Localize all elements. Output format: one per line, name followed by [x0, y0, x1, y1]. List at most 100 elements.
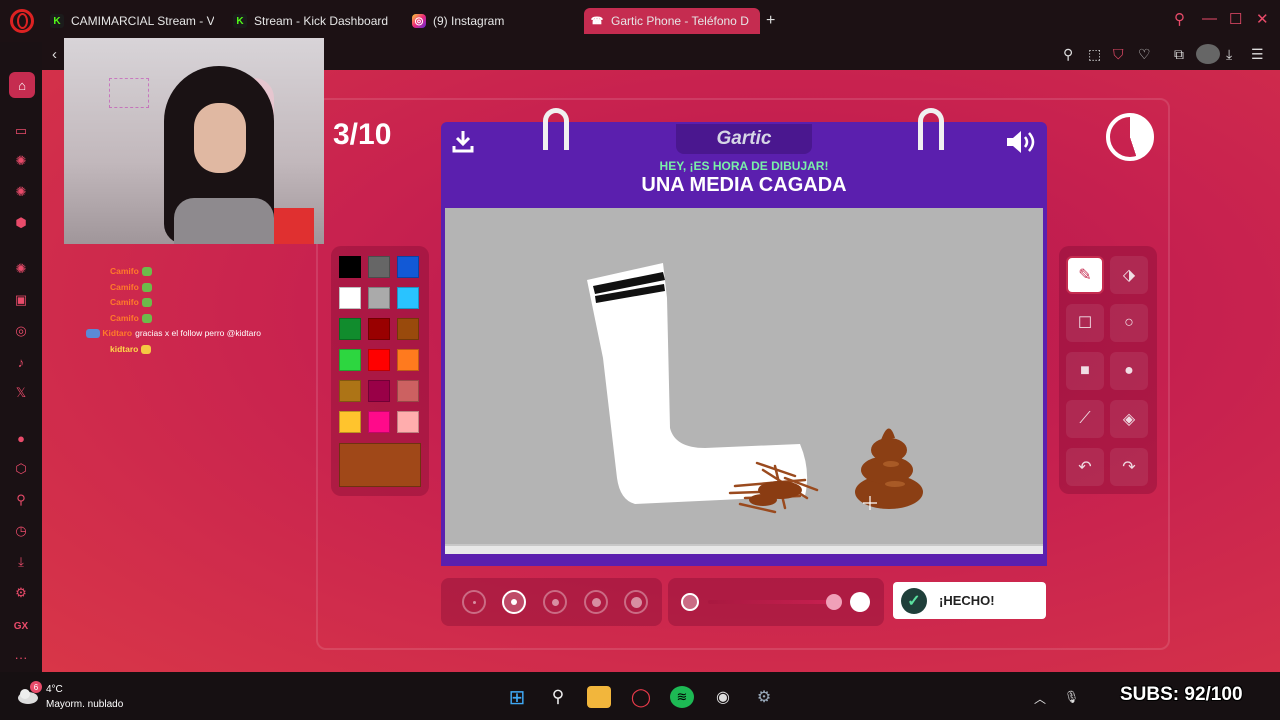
tab-kick-dashboard[interactable]: K Stream - Kick Dashboard	[227, 8, 397, 34]
tab-camimarcial[interactable]: K CAMIMARCIAL Stream - V	[44, 8, 214, 34]
pencil-tool[interactable]: ✎	[1066, 256, 1104, 294]
home-icon[interactable]: ⌂	[9, 72, 35, 98]
color-swatch[interactable]	[397, 287, 419, 309]
menu-icon[interactable]: ☰	[1251, 46, 1264, 63]
brush-size-5[interactable]	[624, 590, 648, 614]
color-swatch[interactable]	[339, 411, 361, 433]
tiktok-icon[interactable]: ♪	[11, 352, 31, 372]
kick-icon: K	[50, 14, 64, 28]
color-swatch[interactable]	[339, 318, 361, 340]
snapshot-icon[interactable]: ⬚	[1088, 46, 1101, 63]
eraser-tool[interactable]: ⬗	[1110, 256, 1148, 294]
color-swatch[interactable]	[368, 380, 390, 402]
more-icon[interactable]: ···	[11, 647, 31, 667]
weather-widget[interactable]: 4°C Mayorm. nublado	[46, 682, 123, 712]
rectangle-outline-tool[interactable]: ☐	[1066, 304, 1104, 342]
gartic-icon: ☎	[590, 14, 604, 28]
downloads-icon[interactable]: ⤓	[11, 552, 31, 572]
tab-instagram[interactable]: ◎ (9) Instagram	[406, 8, 576, 34]
canvas-paper-edge	[445, 544, 1043, 554]
extensions-icon[interactable]: ⧉	[1174, 46, 1184, 63]
wall-pictures	[109, 78, 149, 108]
file-explorer-icon[interactable]	[587, 686, 611, 708]
brush-size-3[interactable]	[543, 590, 567, 614]
back-icon[interactable]: ‹	[52, 46, 57, 63]
download-icon[interactable]: ⤓	[1226, 46, 1232, 63]
brush-size-4[interactable]	[584, 590, 608, 614]
x-twitter-icon[interactable]: 𝕏	[11, 383, 31, 403]
color-swatch[interactable]	[397, 349, 419, 371]
maximize-icon[interactable]: ☐	[1229, 10, 1242, 28]
taskbar-search-icon[interactable]: ⚲	[546, 686, 570, 708]
obs-icon[interactable]: ◉	[711, 686, 735, 708]
fill-bucket-tool[interactable]: ◈	[1110, 400, 1148, 438]
game-controller-icon[interactable]: ▭	[11, 121, 31, 141]
cube-icon[interactable]: ⬢	[11, 213, 31, 233]
profile-avatar[interactable]	[1196, 44, 1220, 64]
drawing-canvas[interactable]	[445, 208, 1043, 544]
shield-icon[interactable]: ⛉	[1113, 46, 1124, 63]
emote-icon	[141, 313, 152, 323]
opacity-max-icon	[850, 592, 870, 612]
color-swatch[interactable]	[397, 256, 419, 278]
search-tabs-icon[interactable]: ⚲	[1174, 10, 1185, 28]
color-swatch[interactable]	[339, 287, 361, 309]
color-swatch[interactable]	[368, 256, 390, 278]
tray-chevron-icon[interactable]: ︿	[1034, 690, 1046, 707]
settings-icon[interactable]: ⚙	[11, 583, 31, 603]
chat-line: Camifo	[86, 311, 261, 327]
emote-icon	[141, 298, 152, 308]
record-icon[interactable]: ●	[11, 428, 31, 448]
redo-tool[interactable]: ↷	[1110, 448, 1148, 486]
done-button[interactable]: ✓ ¡HECHO!	[893, 582, 1046, 619]
undo-tool[interactable]: ↶	[1066, 448, 1104, 486]
brush-size-1[interactable]	[462, 590, 486, 614]
color-swatch[interactable]	[397, 411, 419, 433]
minimize-icon[interactable]: —	[1202, 10, 1217, 27]
color-swatch[interactable]	[339, 380, 361, 402]
color-swatch[interactable]	[339, 349, 361, 371]
chat-username: Camifo	[110, 281, 139, 292]
color-swatch[interactable]	[397, 318, 419, 340]
opacity-min-icon	[681, 593, 699, 611]
color-swatch[interactable]	[368, 411, 390, 433]
heart-icon[interactable]: ♡	[1138, 46, 1151, 63]
prompt-header: HEY, ¡ES HORA DE DIBUJAR!	[659, 159, 829, 173]
tab-label: (9) Instagram	[433, 14, 505, 28]
gx-icon[interactable]: GX	[11, 616, 31, 636]
pin-icon[interactable]: ⚲	[1063, 46, 1073, 63]
tab-gartic-phone[interactable]: ☎ Gartic Phone - Teléfono D	[584, 8, 760, 34]
download-drawing-icon[interactable]	[450, 128, 476, 154]
openai-icon[interactable]: ✺	[11, 259, 31, 279]
opera-logo-icon[interactable]	[10, 9, 34, 33]
color-swatch[interactable]	[368, 349, 390, 371]
ellipse-fill-tool[interactable]: ●	[1110, 352, 1148, 390]
windows-start-icon[interactable]: ⊞	[505, 686, 529, 709]
sound-icon[interactable]	[1004, 128, 1038, 156]
browser-tab-bar: K CAMIMARCIAL Stream - V K Stream - Kick…	[0, 0, 1280, 42]
microphone-icon[interactable]: 🎙	[1064, 690, 1079, 704]
aria-icon[interactable]: ✺	[11, 151, 31, 171]
pin-sidebar-icon[interactable]: ⚲	[11, 490, 31, 510]
spotify-icon[interactable]: ≋	[670, 686, 694, 708]
color-swatch[interactable]	[397, 380, 419, 402]
close-window-icon[interactable]: ✕	[1256, 10, 1269, 28]
instagram-sidebar-icon[interactable]: ◎	[11, 321, 31, 341]
opacity-track[interactable]	[708, 600, 836, 604]
brush-size-2[interactable]	[502, 590, 526, 614]
brush-dot	[591, 597, 601, 607]
new-tab-icon[interactable]: +	[766, 12, 775, 30]
rectangle-fill-tool[interactable]: ■	[1066, 352, 1104, 390]
chatgpt-icon[interactable]: ✺	[11, 182, 31, 202]
settings-taskbar-icon[interactable]: ⚙	[752, 686, 776, 708]
color-swatch[interactable]	[368, 287, 390, 309]
opera-gx-taskbar-icon[interactable]: ◯	[629, 686, 653, 708]
history-icon[interactable]: ◷	[11, 521, 31, 541]
line-tool[interactable]: ⟋	[1066, 400, 1104, 438]
hexagon-icon[interactable]: ⬡	[11, 459, 31, 479]
twitch-icon[interactable]: ▣	[11, 290, 31, 310]
opacity-slider-knob[interactable]	[826, 594, 842, 610]
color-swatch[interactable]	[339, 256, 361, 278]
color-swatch[interactable]	[368, 318, 390, 340]
ellipse-outline-tool[interactable]: ○	[1110, 304, 1148, 342]
